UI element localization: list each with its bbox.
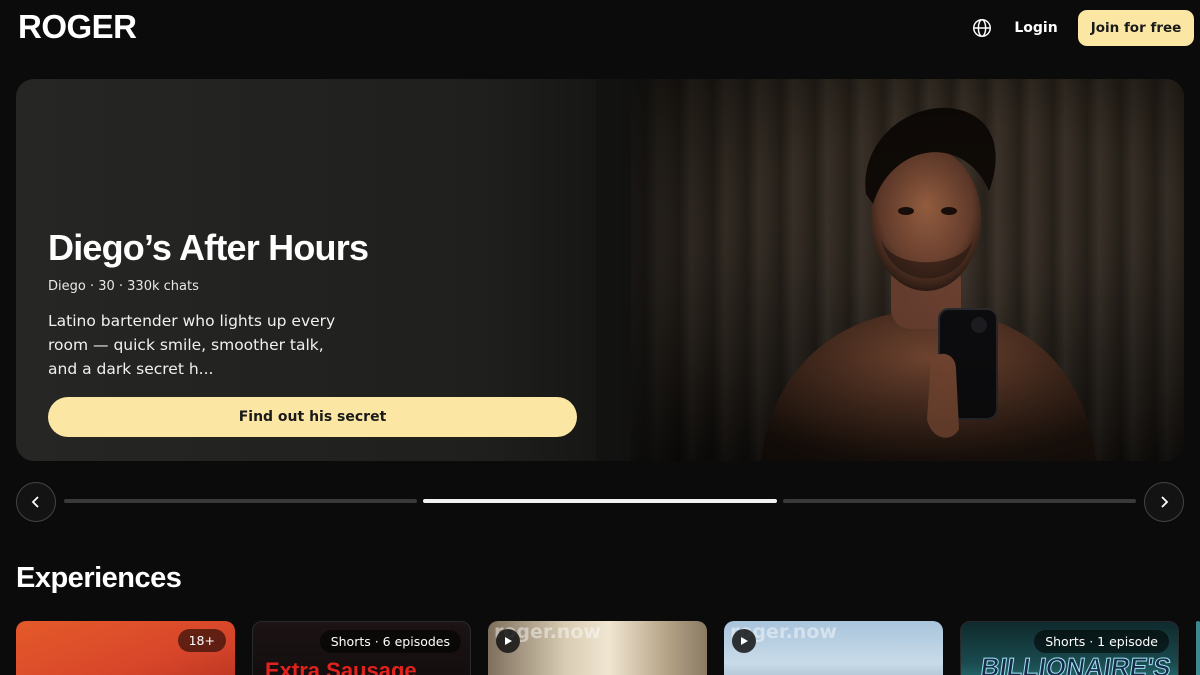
- card-art-title: BILLIONAIRE'S: [978, 652, 1173, 675]
- site-header: ROGER Login Join for free: [0, 0, 1200, 58]
- experience-card[interactable]: Extra Sausage Shorts · 6 episodes: [252, 621, 471, 675]
- hero-divider-fade: [596, 79, 676, 461]
- roger-logo[interactable]: ROGER: [18, 8, 137, 46]
- carousel-progress-1[interactable]: [64, 499, 417, 503]
- episodes-badge: Shorts · 1 episode: [1034, 630, 1169, 653]
- experience-card[interactable]: [1196, 621, 1200, 675]
- experience-card[interactable]: roger.now: [724, 621, 943, 675]
- carousel-prev-button[interactable]: [16, 482, 56, 522]
- carousel-progress-2[interactable]: [423, 499, 777, 503]
- globe-icon[interactable]: [971, 17, 993, 39]
- experiences-heading: Experiences: [16, 562, 182, 594]
- experience-card[interactable]: roger.now: [488, 621, 707, 675]
- hero-title: Diego’s After Hours: [48, 227, 369, 268]
- play-icon[interactable]: [496, 629, 520, 653]
- chevron-left-icon: [31, 496, 39, 508]
- join-for-free-button[interactable]: Join for free: [1078, 10, 1194, 46]
- play-icon[interactable]: [732, 629, 756, 653]
- age-badge: 18+: [177, 629, 226, 652]
- experience-card[interactable]: 18+: [16, 621, 235, 675]
- hero-description: Latino bartender who lights up every roo…: [48, 312, 336, 378]
- episodes-badge: Shorts · 6 episodes: [319, 630, 461, 653]
- hero-carousel-slide: Diego’s After Hours Diego · 30 · 330k ch…: [16, 79, 1184, 461]
- carousel-progress-3[interactable]: [783, 499, 1136, 503]
- experience-card[interactable]: BILLIONAIRE'S Shorts · 1 episode: [960, 621, 1179, 675]
- login-button[interactable]: Login: [1005, 15, 1067, 41]
- card-art-title: Extra Sausage: [265, 658, 417, 675]
- hero-image-shade: [631, 79, 1184, 461]
- hero-character-image: [631, 79, 1184, 461]
- chevron-right-icon: [1161, 496, 1169, 508]
- carousel-next-button[interactable]: [1144, 482, 1184, 522]
- find-out-secret-button[interactable]: Find out his secret: [48, 397, 577, 437]
- hero-meta: Diego · 30 · 330k chats: [48, 279, 199, 294]
